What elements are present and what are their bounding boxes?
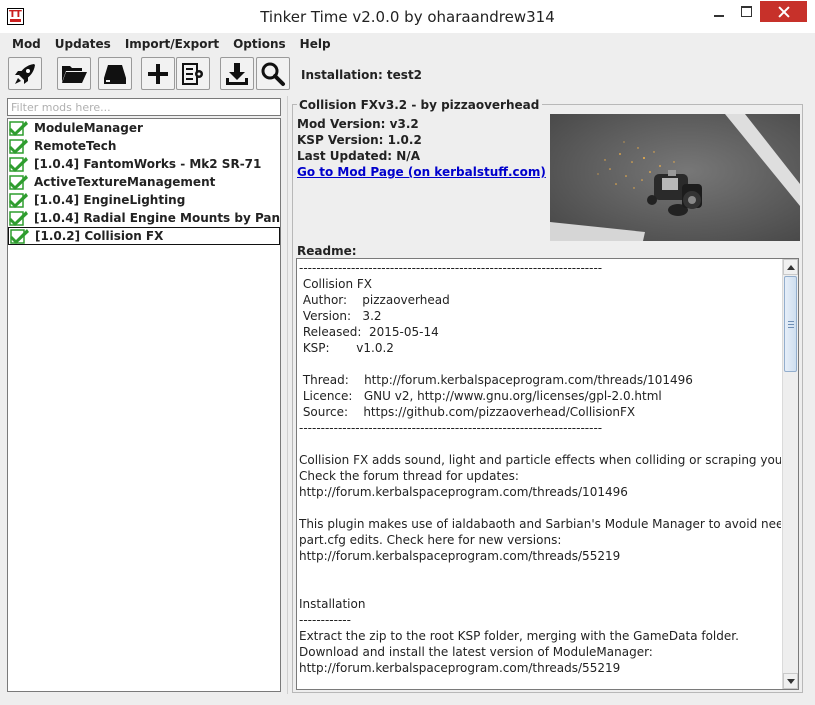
mod-list-item[interactable]: [1.0.4] Radial Engine Mounts by PanaTee … (8, 209, 280, 227)
close-button[interactable] (760, 1, 807, 22)
mod-name: [1.0.2] Collision FX (35, 229, 164, 243)
menu-import-export[interactable]: Import/Export (118, 37, 226, 51)
mod-detail-title: Collision FXv3.2 - by pizzaoverhead (297, 98, 543, 112)
split-pane-divider[interactable] (285, 96, 290, 694)
mod-list[interactable]: ModuleManager RemoteTech [1.0.4] FantomW… (7, 118, 281, 692)
toolbar: Installation: test2 (0, 54, 815, 94)
mod-list-item[interactable]: [1.0.4] EngineLighting (8, 191, 280, 209)
readme-text-area[interactable]: ----------------------------------------… (296, 258, 799, 690)
mod-list-item-selected[interactable]: [1.0.2] Collision FX (8, 227, 280, 245)
menu-updates[interactable]: Updates (48, 37, 118, 51)
filter-mods-input[interactable] (7, 98, 281, 116)
last-updated: Last Updated: N/A (297, 149, 420, 163)
search-icon (261, 62, 285, 86)
enabled-check-icon[interactable] (9, 228, 29, 244)
mod-list-item[interactable]: ModuleManager (8, 119, 280, 137)
search-mods-button[interactable] (256, 57, 290, 90)
enabled-check-icon[interactable] (8, 209, 28, 227)
maximize-icon (741, 6, 752, 17)
ksp-version: KSP Version: 1.0.2 (297, 133, 422, 147)
installation-label: Installation: test2 (301, 68, 423, 82)
drive-icon (104, 64, 126, 84)
mod-name: [1.0.4] EngineLighting (34, 193, 186, 207)
enabled-check-icon[interactable] (8, 155, 28, 173)
mod-name: [1.0.4] Radial Engine Mounts by PanaTee … (34, 211, 280, 225)
menu-mod[interactable]: Mod (5, 37, 48, 51)
readme-scrollbar[interactable] (782, 259, 798, 689)
rocket-icon (15, 63, 35, 84)
menu-options[interactable]: Options (226, 37, 293, 51)
maximize-button[interactable] (733, 1, 760, 22)
mod-list-options-button[interactable] (176, 57, 210, 90)
minimize-button[interactable] (705, 1, 733, 22)
readme-content: ----------------------------------------… (299, 261, 781, 675)
enabled-check-icon[interactable] (8, 137, 28, 155)
minimize-icon (714, 14, 724, 17)
grip-icon (788, 321, 794, 328)
scroll-up-button[interactable] (783, 259, 798, 275)
mod-version: Mod Version: v3.2 (297, 117, 419, 131)
enabled-check-icon[interactable] (8, 191, 28, 209)
mod-screenshot-image (550, 114, 800, 241)
enabled-check-icon[interactable] (8, 173, 28, 191)
folder-open-icon (62, 65, 87, 83)
download-icon (226, 62, 248, 85)
arrow-up-icon (786, 264, 795, 270)
enabled-check-icon[interactable] (8, 119, 28, 137)
window-title: Tinker Time v2.0.0 by oharaandrew314 (260, 8, 555, 26)
readme-label: Readme: (297, 244, 357, 258)
scroll-down-button[interactable] (783, 673, 798, 689)
mod-list-item[interactable]: [1.0.4] FantomWorks - Mk2 SR-71 (8, 155, 280, 173)
update-mods-button[interactable] (220, 57, 254, 90)
scrollbar-thumb[interactable] (784, 276, 797, 372)
arrow-down-icon (786, 678, 795, 684)
mod-name: ModuleManager (34, 121, 143, 135)
mod-name: [1.0.4] FantomWorks - Mk2 SR-71 (34, 157, 262, 171)
mod-list-item[interactable]: ActiveTextureManagement (8, 173, 280, 191)
open-folder-button[interactable] (57, 57, 91, 90)
mod-name: ActiveTextureManagement (34, 175, 216, 189)
plus-icon (148, 63, 168, 84)
list-gear-icon (182, 62, 203, 85)
menu-bar: Mod Updates Import/Export Options Help (0, 33, 815, 54)
close-icon (778, 6, 790, 18)
app-window: TT Tinker Time v2.0.0 by oharaandrew314 … (0, 0, 815, 705)
mod-page-link[interactable]: Go to Mod Page (on kerbalstuff.com) (297, 165, 546, 179)
installation-drive-button[interactable] (98, 57, 132, 90)
menu-help[interactable]: Help (293, 37, 338, 51)
title-bar[interactable]: TT Tinker Time v2.0.0 by oharaandrew314 (0, 0, 815, 33)
mod-list-item[interactable]: RemoteTech (8, 137, 280, 155)
launch-ksp-button[interactable] (8, 57, 42, 90)
mod-name: RemoteTech (34, 139, 117, 153)
add-mod-button[interactable] (141, 57, 175, 90)
